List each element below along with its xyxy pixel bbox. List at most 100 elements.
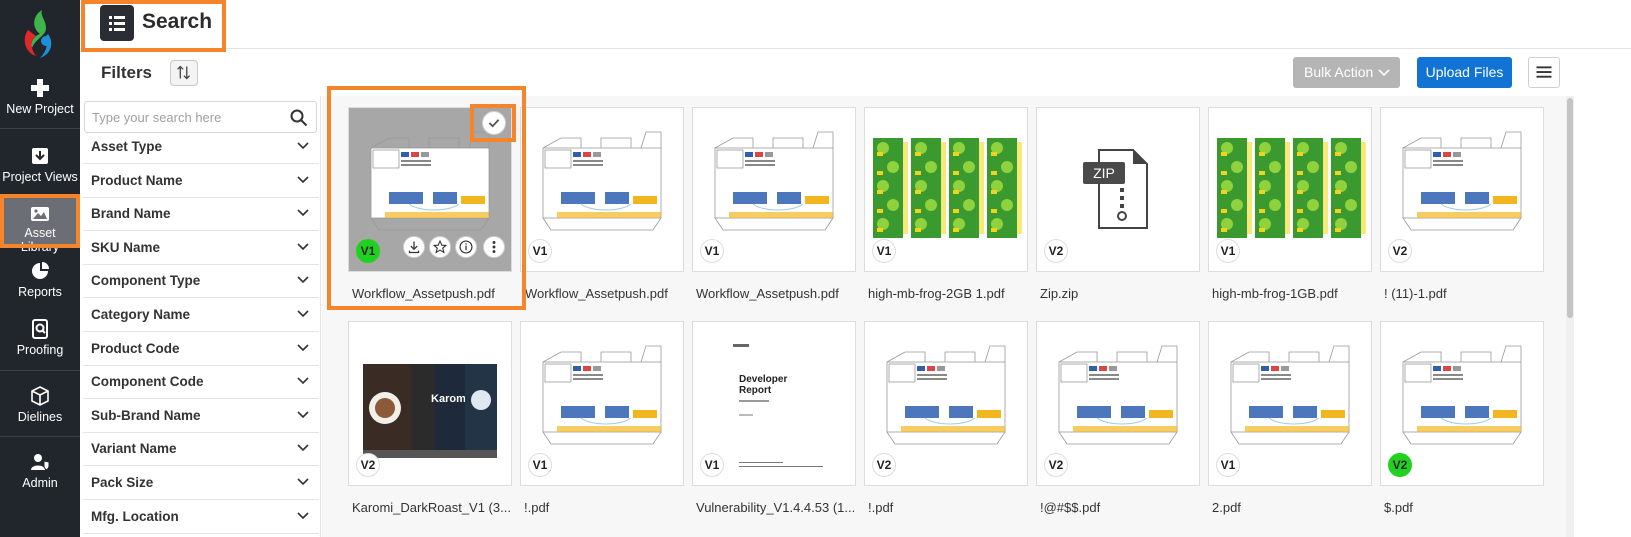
filter-label: SKU Name	[91, 239, 161, 255]
version-badge: V1	[872, 239, 896, 263]
chevron-down-icon	[297, 377, 309, 385]
filter-row[interactable]: Pack Size	[83, 467, 319, 500]
nav-admin[interactable]: Admin	[0, 452, 80, 490]
filter-row[interactable]: Product Code	[83, 333, 319, 366]
nav-divider	[0, 128, 80, 129]
hamburger-icon	[1536, 66, 1552, 78]
app-logo[interactable]	[18, 8, 62, 60]
asset-name[interactable]: ! (11)-1.pdf	[1384, 286, 1550, 301]
upload-files-button[interactable]: Upload Files	[1417, 57, 1512, 88]
asset-card[interactable]: V1	[520, 321, 684, 486]
chevron-down-icon	[1378, 69, 1390, 77]
asset-card[interactable]: V2	[1380, 107, 1544, 272]
asset-card[interactable]: V1	[520, 107, 684, 272]
nav-label: Dielines	[17, 410, 63, 424]
nav-label: Proofing	[16, 343, 64, 357]
filters-title: Filters	[101, 63, 153, 82]
sort-arrows-icon	[177, 65, 190, 80]
asset-card[interactable]: V1	[1208, 107, 1372, 272]
image-icon	[31, 207, 49, 221]
coffee-brand-label: Karomi	[431, 393, 469, 405]
report-title-line1: Developer	[739, 374, 787, 385]
filter-row[interactable]: SKU Name	[83, 232, 319, 265]
filter-row[interactable]: Sub-Brand Name	[83, 400, 319, 433]
search-icon[interactable]	[290, 109, 308, 127]
asset-name[interactable]: !@#$$.pdf	[1040, 500, 1206, 515]
filter-label: Component Type	[91, 273, 201, 289]
chevron-down-icon	[297, 142, 309, 150]
nav-divider	[0, 370, 80, 371]
scrollbar-thumb[interactable]	[1567, 98, 1573, 318]
download-box-icon	[32, 148, 48, 164]
asset-card[interactable]: V1	[864, 107, 1028, 272]
nav-dielines[interactable]: Dielines	[0, 386, 80, 424]
version-badge: V2	[1388, 239, 1412, 263]
select-check-icon[interactable]	[482, 111, 506, 135]
nav-label: New Project	[6, 102, 74, 116]
version-badge: V1	[700, 453, 724, 477]
asset-name[interactable]: 2.pdf	[1212, 500, 1378, 515]
sort-button[interactable]	[170, 60, 198, 86]
filter-label: Brand Name	[91, 206, 171, 222]
zip-label: ZIP	[1093, 165, 1115, 181]
asset-card[interactable]: Karomi V2	[348, 321, 512, 486]
filter-row[interactable]: Brand Name	[83, 198, 319, 232]
version-badge: V1	[528, 239, 552, 263]
nav-label: Reports	[18, 285, 62, 299]
asset-card[interactable]: V1	[692, 107, 856, 272]
chevron-down-icon	[297, 310, 309, 318]
nav-project-views[interactable]: Project Views	[0, 146, 80, 184]
filter-label: Category Name	[91, 307, 191, 322]
version-badge: V1	[1216, 453, 1240, 477]
bulk-action-dropdown[interactable]: Bulk Action	[1293, 57, 1400, 88]
chevron-down-icon	[297, 344, 309, 351]
list-view-button[interactable]	[1528, 57, 1560, 88]
asset-card[interactable]: V1	[1208, 321, 1372, 486]
asset-card[interactable]: V2	[864, 321, 1028, 486]
user-shield-icon	[31, 454, 50, 471]
asset-name[interactable]: Vulnerability_V1.4.4.53 (1...	[696, 500, 862, 515]
asset-name[interactable]: high-mb-frog-1GB.pdf	[1212, 286, 1378, 301]
nav-new-project[interactable]: New Project	[0, 78, 80, 116]
filter-row[interactable]: Component Type	[83, 265, 319, 299]
asset-name[interactable]: Karomi_DarkRoast_V1 (3...	[352, 500, 518, 515]
asset-name[interactable]: $.pdf	[1384, 500, 1550, 515]
filter-row[interactable]: Component Code	[83, 366, 319, 400]
asset-card[interactable]: V2	[1036, 321, 1200, 486]
version-badge: V2	[1044, 239, 1068, 263]
search-input[interactable]	[92, 102, 282, 132]
pie-chart-icon	[32, 262, 49, 279]
plus-icon	[31, 79, 49, 97]
filter-label: Sub-Brand Name	[91, 407, 201, 423]
filter-row[interactable]: Product Name	[83, 165, 319, 198]
filter-row[interactable]: Variant Name	[83, 433, 319, 467]
search-document-icon	[32, 319, 48, 339]
asset-name[interactable]: !.pdf	[868, 500, 1034, 515]
chevron-down-icon	[297, 243, 309, 250]
asset-card[interactable]: ZIP V2	[1036, 107, 1200, 272]
nav-asset-library[interactable]: Asset Library	[0, 194, 80, 254]
nav-proofing[interactable]: Proofing	[0, 319, 80, 357]
asset-name[interactable]: Zip.zip	[1040, 286, 1206, 301]
chevron-down-icon	[297, 276, 309, 284]
version-badge: V2	[1388, 453, 1412, 477]
asset-card[interactable]: V2	[1380, 321, 1544, 486]
version-badge: V2	[872, 453, 896, 477]
filter-row[interactable]: Mfg. Location	[83, 501, 319, 534]
nav-label: Admin	[22, 476, 58, 490]
chevron-down-icon	[297, 444, 309, 452]
asset-name[interactable]: Workflow_Assetpush.pdf	[696, 286, 862, 301]
filter-row[interactable]: Category Name	[83, 299, 319, 332]
bulk-action-label: Bulk Action	[1304, 64, 1374, 80]
filter-row[interactable]: Asset Type	[83, 131, 319, 164]
asset-name[interactable]: Workflow_Assetpush.pdf	[525, 286, 691, 301]
asset-name[interactable]: !.pdf	[524, 500, 690, 515]
chevron-down-icon	[297, 512, 309, 519]
asset-card[interactable]: Developer Report V1	[692, 321, 856, 486]
filter-label: Asset Type	[91, 139, 163, 154]
chevron-down-icon	[297, 176, 309, 183]
filter-label: Mfg. Location	[91, 508, 179, 524]
nav-reports[interactable]: Reports	[0, 261, 80, 299]
asset-name[interactable]: high-mb-frog-2GB 1.pdf	[868, 286, 1034, 301]
nav-label: Asset Library	[20, 226, 60, 254]
